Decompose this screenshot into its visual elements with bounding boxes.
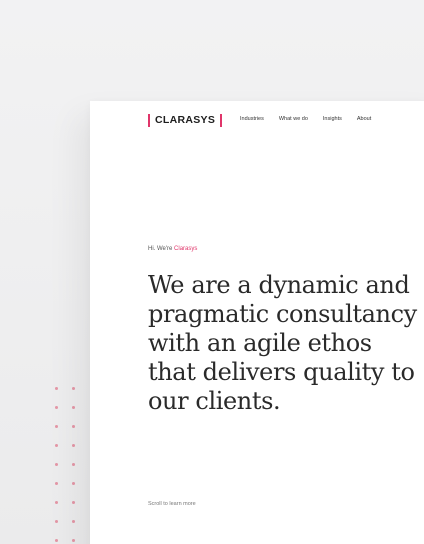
mockup-stage: CLARASYS Industries What we do Insights … (0, 0, 424, 544)
logo-text: CLARASYS (155, 114, 216, 126)
decorative-dot (55, 501, 58, 504)
decorative-dot (72, 501, 75, 504)
logo-left-bar (148, 113, 150, 127)
main-nav: Industries What we do Insights About (240, 116, 386, 122)
decorative-dot (72, 387, 75, 390)
decorative-dot (72, 520, 75, 523)
scroll-hint[interactable]: Scroll to learn more (148, 501, 196, 507)
headline-line: that delivers quality to (148, 358, 415, 386)
website-page: CLARASYS Industries What we do Insights … (90, 101, 424, 544)
decorative-dot (55, 463, 58, 466)
nav-item-what-we-do[interactable]: What we do (279, 116, 308, 122)
nav-item-insights[interactable]: Insights (323, 116, 342, 122)
decorative-dot (55, 444, 58, 447)
decorative-dot (72, 463, 75, 466)
hero-headline: We are a dynamic and pragmatic consultan… (148, 271, 424, 416)
headline-line: with an agile ethos (148, 329, 372, 357)
decorative-dot (72, 425, 75, 428)
decorative-dot (55, 482, 58, 485)
decorative-dot-grid (52, 384, 92, 544)
decorative-dot (55, 520, 58, 523)
decorative-dot (72, 482, 75, 485)
decorative-dot (55, 406, 58, 409)
nav-item-about[interactable]: About (357, 116, 371, 122)
decorative-dot (72, 539, 75, 542)
hero-greeting: Hi. We're Clarasys (148, 246, 197, 252)
headline-line: our clients. (148, 387, 281, 415)
greeting-prefix: Hi. We're (148, 246, 175, 252)
decorative-dot (72, 444, 75, 447)
headline-line: pragmatic consultancy (148, 300, 417, 328)
decorative-dot (55, 387, 58, 390)
decorative-dot (55, 425, 58, 428)
nav-item-industries[interactable]: Industries (240, 116, 264, 122)
clarasys-logo[interactable]: CLARASYS (148, 113, 223, 127)
decorative-dot (72, 406, 75, 409)
logo-right-bar (220, 113, 223, 127)
greeting-brand: Clarasys (174, 246, 198, 252)
decorative-dot (55, 539, 58, 542)
headline-line: We are a dynamic and (148, 271, 410, 299)
